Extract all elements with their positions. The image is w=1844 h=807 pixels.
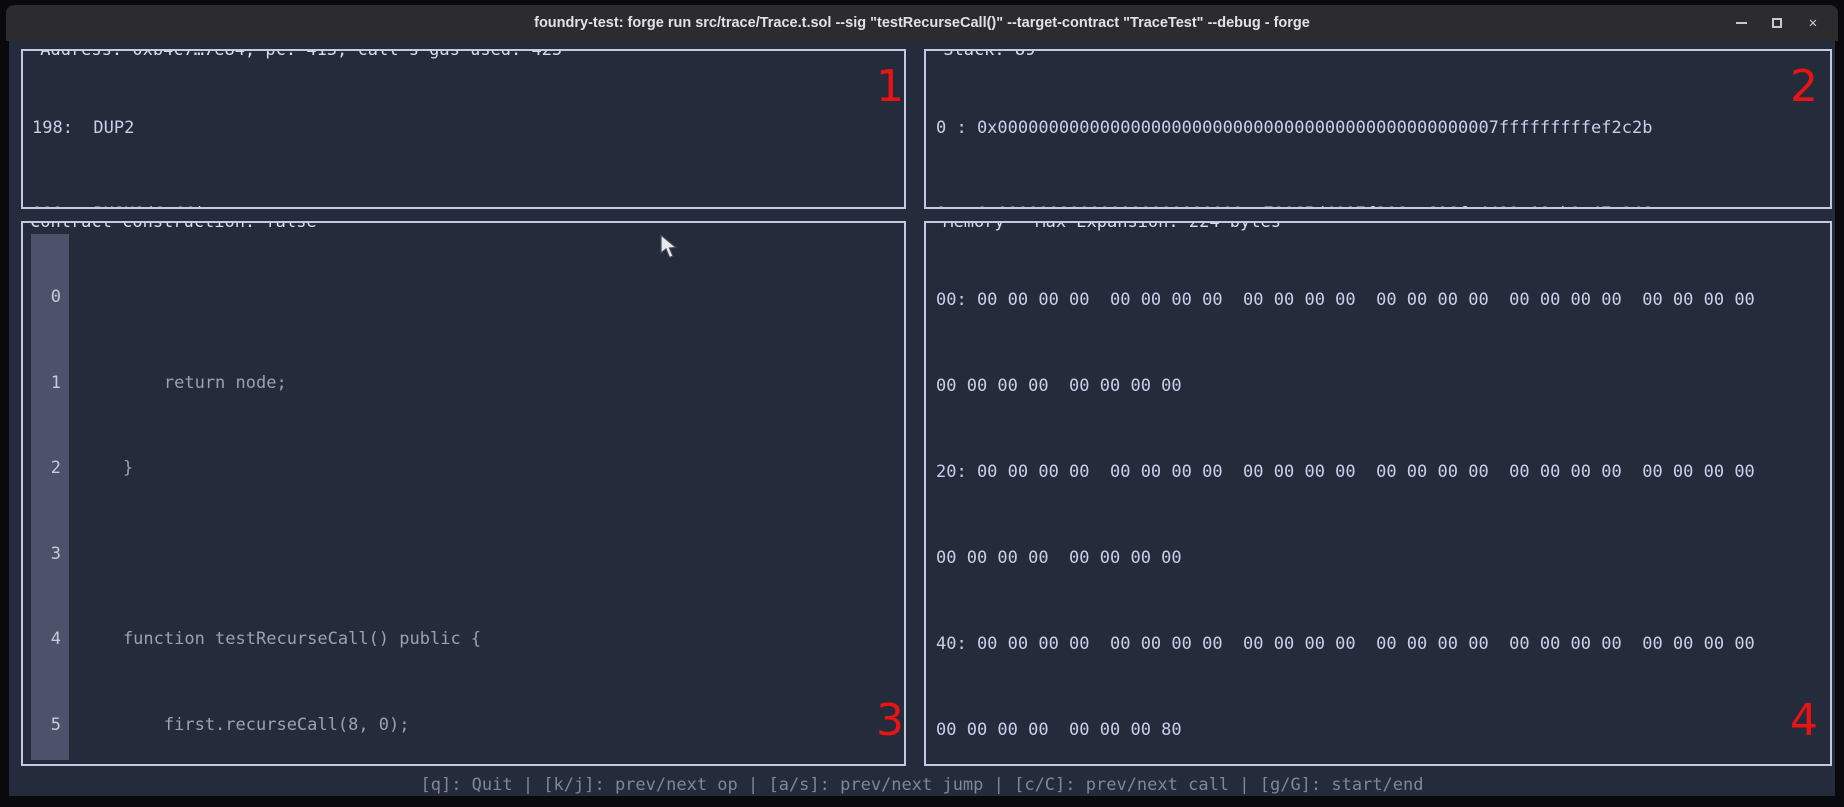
memory-row: 00 00 00 00 00 00 00 00 [926, 373, 1830, 399]
minimize-button[interactable] [1732, 14, 1750, 32]
stack-panel-title: Stack: 89 [926, 51, 1053, 62]
titlebar[interactable]: foundry-test: forge run src/trace/Trace.… [6, 5, 1838, 41]
close-button[interactable]: ✕ [1804, 14, 1822, 32]
source-panel: Contract construction: false 0 1 return … [21, 221, 906, 766]
line-number: 4 [50, 629, 61, 649]
source-line: 3 [23, 542, 904, 568]
minimize-icon [1735, 22, 1747, 24]
memory-panel-title: Memory – Max Expansion: 224 bytes [926, 223, 1288, 234]
source-panel-title: Contract construction: false [23, 223, 324, 234]
source-code-text: first.recurseCall(8, 0); [82, 714, 410, 735]
memory-list: 00: 00 00 00 00 00 00 00 00 00 00 00 00 … [926, 223, 1830, 764]
source-code-text: } [82, 458, 134, 478]
memory-row: 00 00 00 00 00 00 00 80 [926, 717, 1830, 743]
source-line: 0 [23, 285, 904, 311]
source-code-text: return node; [82, 372, 287, 393]
annotation-number-2: 2 [1790, 61, 1818, 112]
statusbar-help: [q]: Quit | [k/j]: prev/next op | [a/s]:… [420, 775, 1424, 795]
annotation-number-4: 4 [1790, 695, 1818, 746]
maximize-button[interactable] [1768, 14, 1786, 32]
opcode-panel-title: Address: 0xb4c7…7e84, pc: 413, call's ga… [23, 51, 580, 62]
memory-bytes: 20: 00 00 00 00 00 00 00 00 00 00 00 00 … [936, 462, 1755, 482]
source-line: 4 function testRecurseCall() public { [23, 627, 904, 653]
opcode-panel: Address: 0xb4c7…7e84, pc: 413, call's ga… [21, 49, 906, 209]
source-line: 5 first.recurseCall(8, 0); [23, 713, 904, 739]
source-code-list: 0 1 return node; 2 } 3 4 function testRe… [23, 223, 904, 764]
window-controls: ✕ [1732, 5, 1822, 41]
maximize-icon [1772, 18, 1782, 28]
line-number: 1 [50, 372, 61, 393]
memory-row: 00: 00 00 00 00 00 00 00 00 00 00 00 00 … [926, 287, 1830, 313]
source-line: 2 } [23, 456, 904, 482]
memory-row: 20: 00 00 00 00 00 00 00 00 00 00 00 00 … [926, 459, 1830, 485]
stack-list: 0 : 0x0000000000000000000000000000000000… [926, 51, 1830, 207]
source-code-text: function testRecurseCall() public { [82, 629, 482, 649]
opcode-list: 198: DUP2 199: PUSH1(0x00) 19b: DUP8 19c… [23, 51, 904, 207]
window-title: foundry-test: forge run src/trace/Trace.… [534, 15, 1310, 31]
memory-row: 00 00 00 00 00 00 00 00 [926, 545, 1830, 571]
stack-value: 1 : 0x000000000000000000000000ce71065d40… [936, 204, 1652, 207]
memory-panel: Memory – Max Expansion: 224 bytes 00: 00… [924, 221, 1832, 766]
terminal-area: Address: 0xb4c7…7e84, pc: 413, call's ga… [9, 41, 1835, 796]
stack-row: 0 : 0x0000000000000000000000000000000000… [926, 115, 1830, 141]
line-number: 3 [50, 543, 61, 564]
memory-bytes: 00 00 00 00 00 00 00 80 [936, 720, 1182, 740]
memory-bytes: 00 00 00 00 00 00 00 00 [936, 548, 1182, 568]
source-line: 1 return node; [23, 371, 904, 397]
line-number: 5 [50, 714, 61, 735]
opcode-row: 199: PUSH1(0x00) [23, 201, 904, 207]
stack-panel: Stack: 89 0 : 0x000000000000000000000000… [924, 49, 1832, 209]
opcode-text: 199: PUSH1(0x00) [32, 204, 206, 207]
memory-row: 40: 00 00 00 00 00 00 00 00 00 00 00 00 … [926, 631, 1830, 657]
stack-value: 0 : 0x0000000000000000000000000000000000… [936, 118, 1653, 138]
annotation-number-1: 1 [876, 61, 904, 112]
annotation-number-3: 3 [876, 695, 904, 746]
line-number: 0 [50, 287, 61, 307]
stack-row: 1 : 0x000000000000000000000000ce71065d40… [926, 201, 1830, 207]
opcode-text: 198: DUP2 [32, 118, 135, 138]
screen: { "window": { "title": "foundry-test: fo… [0, 0, 1844, 807]
memory-bytes: 00 00 00 00 00 00 00 00 [936, 376, 1182, 396]
opcode-row: 198: DUP2 [23, 115, 904, 141]
memory-bytes: 00: 00 00 00 00 00 00 00 00 00 00 00 00 … [936, 290, 1755, 310]
line-number: 2 [50, 458, 61, 478]
mouse-cursor-icon [660, 234, 678, 259]
memory-bytes: 40: 00 00 00 00 00 00 00 00 00 00 00 00 … [936, 634, 1755, 654]
